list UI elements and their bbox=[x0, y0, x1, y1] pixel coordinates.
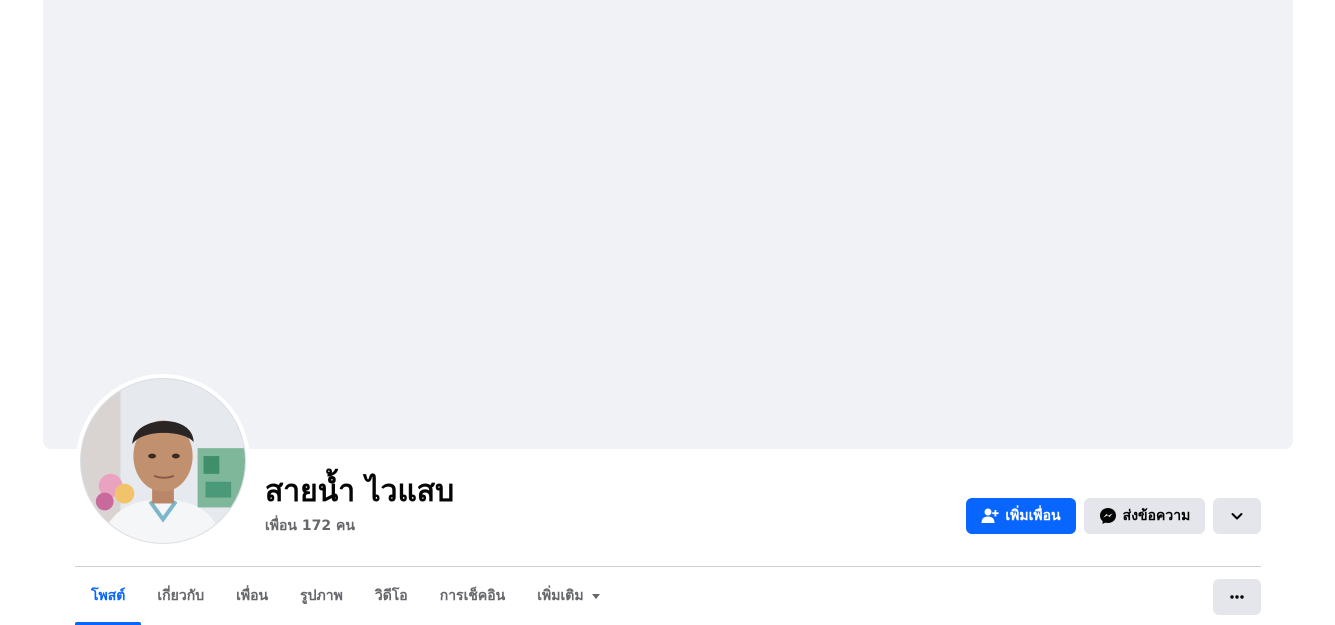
profile-page: สายน้ำ ไวแสบ เพื่อน 172 คน เพิ่มเพื่อน ส… bbox=[0, 0, 1335, 625]
messenger-icon bbox=[1099, 507, 1117, 525]
tab-about[interactable]: เกี่ยวกับ bbox=[141, 567, 220, 625]
avatar bbox=[80, 378, 246, 544]
chevron-down-icon bbox=[1229, 508, 1245, 524]
tab-label: เกี่ยวกับ bbox=[157, 588, 205, 604]
tab-label: โพสต์ bbox=[91, 588, 126, 604]
add-friend-button[interactable]: เพิ่มเพื่อน bbox=[966, 498, 1076, 534]
tab-posts[interactable]: โพสต์ bbox=[75, 567, 142, 625]
caret-down-icon bbox=[591, 593, 600, 599]
profile-options-dropdown[interactable] bbox=[1213, 498, 1261, 534]
more-options-button[interactable] bbox=[1213, 579, 1261, 615]
tab-label: เพื่อน bbox=[236, 588, 269, 604]
tab-label: รูปภาพ bbox=[300, 588, 343, 604]
profile-tabs: โพสต์ เกี่ยวกับ เพื่อน รูปภาพ วิดีโอ การ… bbox=[75, 567, 616, 625]
tab-photos[interactable]: รูปภาพ bbox=[284, 567, 359, 625]
message-button[interactable]: ส่งข้อความ bbox=[1084, 498, 1205, 534]
avatar-photo bbox=[81, 379, 245, 543]
tab-check-ins[interactable]: การเช็คอิน bbox=[424, 567, 522, 625]
tab-label: เพิ่มเติม bbox=[537, 588, 584, 604]
friends-count[interactable]: เพื่อน 172 คน bbox=[265, 515, 355, 537]
message-label: ส่งข้อความ bbox=[1122, 508, 1191, 524]
add-friend-label: เพิ่มเพื่อน bbox=[1005, 508, 1061, 524]
tab-label: การเช็คอิน bbox=[439, 588, 506, 604]
profile-picture[interactable] bbox=[76, 374, 250, 548]
cover-photo[interactable] bbox=[43, 0, 1293, 449]
person-add-icon bbox=[981, 507, 999, 525]
profile-name: สายน้ำ ไวแสบ bbox=[265, 474, 455, 509]
tab-videos[interactable]: วิดีโอ bbox=[359, 567, 424, 625]
tab-friends[interactable]: เพื่อน bbox=[220, 567, 284, 625]
tab-more[interactable]: เพิ่มเติม bbox=[521, 567, 615, 625]
tab-label: วิดีโอ bbox=[374, 588, 408, 604]
more-horizontal-icon bbox=[1229, 589, 1245, 605]
